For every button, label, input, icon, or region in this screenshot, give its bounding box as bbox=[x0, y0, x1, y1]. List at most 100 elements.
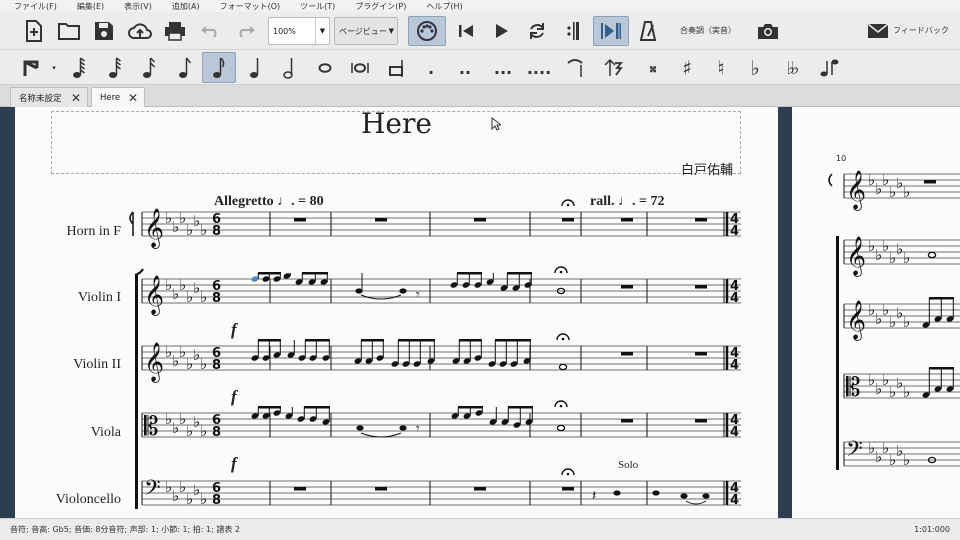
double-sharp-icon[interactable]: 𝄪 bbox=[640, 54, 666, 82]
repeat-playback-icon[interactable] bbox=[562, 18, 584, 44]
eighth-rest: 𝄾 bbox=[416, 421, 420, 437]
zoom-input[interactable]: 100% ▼ bbox=[268, 17, 330, 45]
midi-input-button[interactable] bbox=[408, 16, 446, 46]
alto-clef-icon: 𝄡 bbox=[144, 412, 159, 442]
chevron-down-icon[interactable]: ▾ bbox=[48, 56, 60, 80]
whole-measure-rest bbox=[375, 487, 387, 491]
concert-pitch-toggle[interactable]: 合奏調（実音） bbox=[680, 25, 736, 36]
menu-plugins[interactable]: プラグイン(P) bbox=[341, 1, 412, 12]
view-mode-select[interactable]: ページビュー ▼ bbox=[334, 17, 398, 45]
time-signature-bottom: 4 bbox=[730, 358, 739, 373]
menu-view[interactable]: 表示(V) bbox=[110, 1, 158, 12]
bracket-hook bbox=[134, 268, 144, 276]
staves-notation-page-2[interactable]: 𝄞 ♭ ♭ ♭♭ ♭ ♭𝄞 ♭ ♭ ♭♭ ♭ ♭𝄞 ♭ ♭ ♭♭ ♭ ♭𝄡 ♭ ♭ ♭♭ ♭ ♭𝄢 ♭ ♭ ♭♭ ♭ ♭ bbox=[792, 107, 960, 518]
menu-bar: ファイル(F) 編集(E) 表示(V) 追加(A) フォーマット(O) ツール(… bbox=[0, 0, 960, 12]
note-16th-icon[interactable] bbox=[136, 54, 162, 82]
undo-icon[interactable] bbox=[198, 18, 222, 44]
note-head bbox=[613, 490, 621, 496]
dot-icon[interactable]: . bbox=[418, 54, 444, 82]
fermata-dot bbox=[559, 270, 563, 274]
note-half-icon[interactable] bbox=[276, 54, 302, 82]
envelope-icon[interactable] bbox=[865, 18, 891, 44]
key-signature-flat: ♭ bbox=[200, 355, 207, 373]
feedback-button[interactable]: フィードバック bbox=[893, 25, 949, 36]
note-32nd-icon[interactable] bbox=[102, 54, 128, 82]
time-signature-bottom: 8 bbox=[212, 425, 221, 440]
new-file-icon[interactable] bbox=[22, 18, 46, 44]
string-bracket bbox=[135, 275, 138, 509]
beam bbox=[304, 406, 330, 409]
rest-flip-icon[interactable] bbox=[600, 54, 626, 82]
menu-tools[interactable]: ツール(T) bbox=[286, 1, 341, 12]
time-signature-bottom: 8 bbox=[212, 224, 221, 239]
whole-measure-rest bbox=[621, 352, 633, 356]
chevron-down-icon[interactable]: ▼ bbox=[315, 18, 329, 44]
time-signature-bottom: 8 bbox=[212, 358, 221, 373]
treble-clef-icon: 𝄞 bbox=[144, 208, 164, 249]
menu-file[interactable]: ファイル(F) bbox=[0, 1, 63, 12]
redo-icon[interactable] bbox=[234, 18, 258, 44]
tie bbox=[685, 500, 707, 505]
menu-edit[interactable]: 編集(E) bbox=[63, 1, 110, 12]
triple-dot-icon[interactable]: ... bbox=[488, 54, 518, 82]
loop-icon[interactable] bbox=[524, 18, 550, 44]
note-eighth-icon[interactable] bbox=[172, 54, 198, 82]
quadruple-dot-icon[interactable]: .... bbox=[524, 54, 554, 82]
whole-measure-rest bbox=[695, 218, 707, 222]
save-icon[interactable] bbox=[92, 18, 116, 44]
note-eighth-icon bbox=[213, 56, 225, 78]
beam bbox=[459, 339, 482, 342]
score-tab-bar: 名称未設定 ✕ Here ✕ bbox=[0, 85, 960, 107]
note-whole-icon[interactable] bbox=[312, 54, 338, 82]
pan-score-button[interactable] bbox=[593, 16, 629, 46]
print-icon[interactable] bbox=[162, 18, 188, 44]
note-eighth-selected-button[interactable] bbox=[202, 52, 236, 83]
note-longa-icon[interactable] bbox=[382, 54, 410, 82]
flat-icon[interactable]: ♭ bbox=[742, 54, 768, 82]
open-folder-icon[interactable] bbox=[56, 18, 82, 44]
staves-notation[interactable]: 𝄞 ♭ ♭ ♭♭ ♭ ♭6844𝄞 ♭ ♭ ♭♭ ♭ ♭6844𝄞 ♭ ♭ ♭♭ ♭ ♭6844𝄡 ♭ ♭ ♭♭ ♭ ♭… bbox=[15, 107, 778, 518]
beam bbox=[258, 406, 281, 409]
eighth-rest: 𝄾 bbox=[416, 287, 420, 303]
note-64th-icon[interactable] bbox=[66, 54, 92, 82]
note-head bbox=[556, 424, 566, 432]
time-signature-bottom: 4 bbox=[730, 425, 739, 440]
beam bbox=[458, 406, 483, 409]
fermata-dot bbox=[566, 472, 570, 476]
metronome-icon[interactable] bbox=[636, 18, 660, 44]
whole-measure-rest bbox=[695, 352, 707, 356]
camera-icon[interactable] bbox=[754, 18, 782, 44]
whole-measure-rest bbox=[474, 487, 486, 491]
whole-measure-rest bbox=[621, 285, 633, 289]
menu-format[interactable]: フォーマット(O) bbox=[206, 1, 287, 12]
beam bbox=[302, 272, 328, 275]
note-input-mode-icon[interactable] bbox=[20, 56, 46, 80]
play-icon[interactable] bbox=[490, 18, 514, 44]
menu-add[interactable]: 追加(A) bbox=[158, 1, 206, 12]
midi-icon bbox=[417, 21, 437, 41]
close-icon[interactable]: ✕ bbox=[128, 91, 138, 105]
tab-untitled[interactable]: 名称未設定 ✕ bbox=[10, 87, 88, 107]
close-icon[interactable]: ✕ bbox=[71, 91, 81, 105]
cloud-upload-icon[interactable] bbox=[126, 18, 154, 44]
beam bbox=[495, 339, 531, 342]
score-page-1[interactable]: Here 白戸佑輔 Allegretto ♩. = 80 rall. ♩. = … bbox=[15, 107, 778, 518]
score-page-2[interactable]: 10 𝄞 ♭ ♭ ♭ ♭ ♭ ♭ 𝄞 ♭ ♭ ♭ ♭ ♭ ♭ 𝄞 ♭ ♭ ♭ ♭ ♭ ♭ 𝄡 ♭ ♭ ♭ ♭ ♭ ♭ 𝄢 ♭ ♭ ♭ ♭ ♭ ♭ bbox=[792, 107, 960, 518]
score-canvas[interactable]: Here 白戸佑輔 Allegretto ♩. = 80 rall. ♩. = … bbox=[0, 107, 960, 518]
fermata-dot bbox=[559, 404, 563, 408]
beam bbox=[258, 272, 281, 275]
beam bbox=[258, 339, 281, 342]
natural-icon[interactable]: ♮ bbox=[708, 54, 734, 82]
double-dot-icon[interactable]: .. bbox=[452, 54, 478, 82]
note-breve-icon[interactable] bbox=[346, 54, 374, 82]
tab-here[interactable]: Here ✕ bbox=[91, 87, 145, 107]
rewind-icon[interactable] bbox=[454, 18, 478, 44]
treble-clef-icon: 𝄞 bbox=[144, 342, 164, 383]
double-flat-icon[interactable]: ♭♭ bbox=[776, 54, 806, 82]
note-quarter-icon[interactable] bbox=[242, 54, 268, 82]
sharp-icon[interactable]: ♯ bbox=[674, 54, 700, 82]
menu-help[interactable]: ヘルプ(H) bbox=[412, 1, 468, 12]
tie-icon[interactable] bbox=[562, 54, 588, 82]
flip-direction-icon[interactable] bbox=[816, 54, 844, 82]
status-text: 音符; 音高: Gb5; 音価: 8分音符; 声部: 1; 小節: 1; 拍: … bbox=[10, 525, 240, 534]
